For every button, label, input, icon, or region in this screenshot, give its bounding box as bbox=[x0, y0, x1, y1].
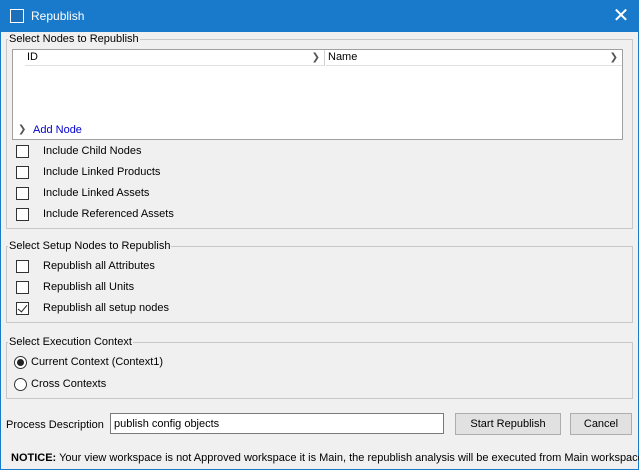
include-referenced-assets-checkbox[interactable] bbox=[16, 208, 29, 221]
nodes-group-legend: Select Nodes to Republish bbox=[8, 32, 140, 46]
republish-units-label: Republish all Units bbox=[43, 281, 135, 293]
window-icon bbox=[10, 9, 24, 23]
republish-setup-nodes-checkbox[interactable] bbox=[16, 302, 29, 315]
close-button[interactable]: ✕ bbox=[604, 1, 638, 32]
column-header-name[interactable]: Name ❯ bbox=[326, 50, 622, 66]
chevron-right-icon: ❯ bbox=[609, 52, 618, 63]
setup-group: Select Setup Nodes to Republish Republis… bbox=[6, 239, 633, 323]
column-header-name-label: Name bbox=[328, 51, 358, 63]
start-republish-button[interactable]: Start Republish bbox=[455, 413, 561, 435]
cancel-button[interactable]: Cancel bbox=[570, 413, 632, 435]
include-referenced-assets-label: Include Referenced Assets bbox=[43, 208, 174, 220]
republish-attributes-label: Republish all Attributes bbox=[43, 260, 155, 272]
table-header: ID ❯ Name ❯ bbox=[13, 50, 622, 66]
title-bar: Republish ✕ bbox=[1, 1, 638, 32]
cross-contexts-label: Cross Contexts bbox=[31, 378, 107, 390]
republish-setup-nodes-label: Republish all setup nodes bbox=[43, 302, 169, 314]
nodes-table[interactable]: ID ❯ Name ❯ ❯ Add Node bbox=[12, 49, 623, 140]
context-group-legend: Select Execution Context bbox=[8, 335, 133, 349]
include-child-nodes-checkbox[interactable] bbox=[16, 145, 29, 158]
republish-attributes-checkbox[interactable] bbox=[16, 260, 29, 273]
notice-text: Your view workspace is not Approved work… bbox=[56, 452, 639, 464]
column-header-id-label: ID bbox=[27, 51, 38, 63]
process-description-label: Process Description bbox=[6, 419, 104, 431]
add-node-link[interactable]: Add Node bbox=[33, 124, 82, 136]
republish-units-checkbox[interactable] bbox=[16, 281, 29, 294]
workspace-notice: NOTICE: Your view workspace is not Appro… bbox=[11, 452, 639, 464]
include-child-nodes-label: Include Child Nodes bbox=[43, 145, 142, 157]
context-group: Select Execution Context Current Context… bbox=[6, 335, 633, 399]
nodes-group: Select Nodes to Republish ID ❯ Name ❯ ❯ … bbox=[6, 32, 633, 229]
republish-dialog: Republish ✕ Select Nodes to Republish ID… bbox=[0, 0, 639, 470]
chevron-right-icon: ❯ bbox=[311, 52, 320, 63]
column-header-id[interactable]: ID ❯ bbox=[25, 50, 325, 66]
chevron-right-icon: ❯ bbox=[18, 124, 27, 135]
cross-contexts-radio[interactable] bbox=[14, 378, 27, 391]
include-linked-products-checkbox[interactable] bbox=[16, 166, 29, 179]
current-context-label: Current Context (Context1) bbox=[31, 356, 164, 368]
window-title: Republish bbox=[31, 9, 85, 23]
include-linked-assets-checkbox[interactable] bbox=[16, 187, 29, 200]
include-linked-assets-label: Include Linked Assets bbox=[43, 187, 150, 199]
include-linked-products-label: Include Linked Products bbox=[43, 166, 161, 178]
process-description-input[interactable] bbox=[110, 413, 444, 434]
current-context-radio[interactable] bbox=[14, 356, 27, 369]
setup-group-legend: Select Setup Nodes to Republish bbox=[8, 239, 172, 253]
notice-prefix: NOTICE: bbox=[11, 452, 57, 464]
